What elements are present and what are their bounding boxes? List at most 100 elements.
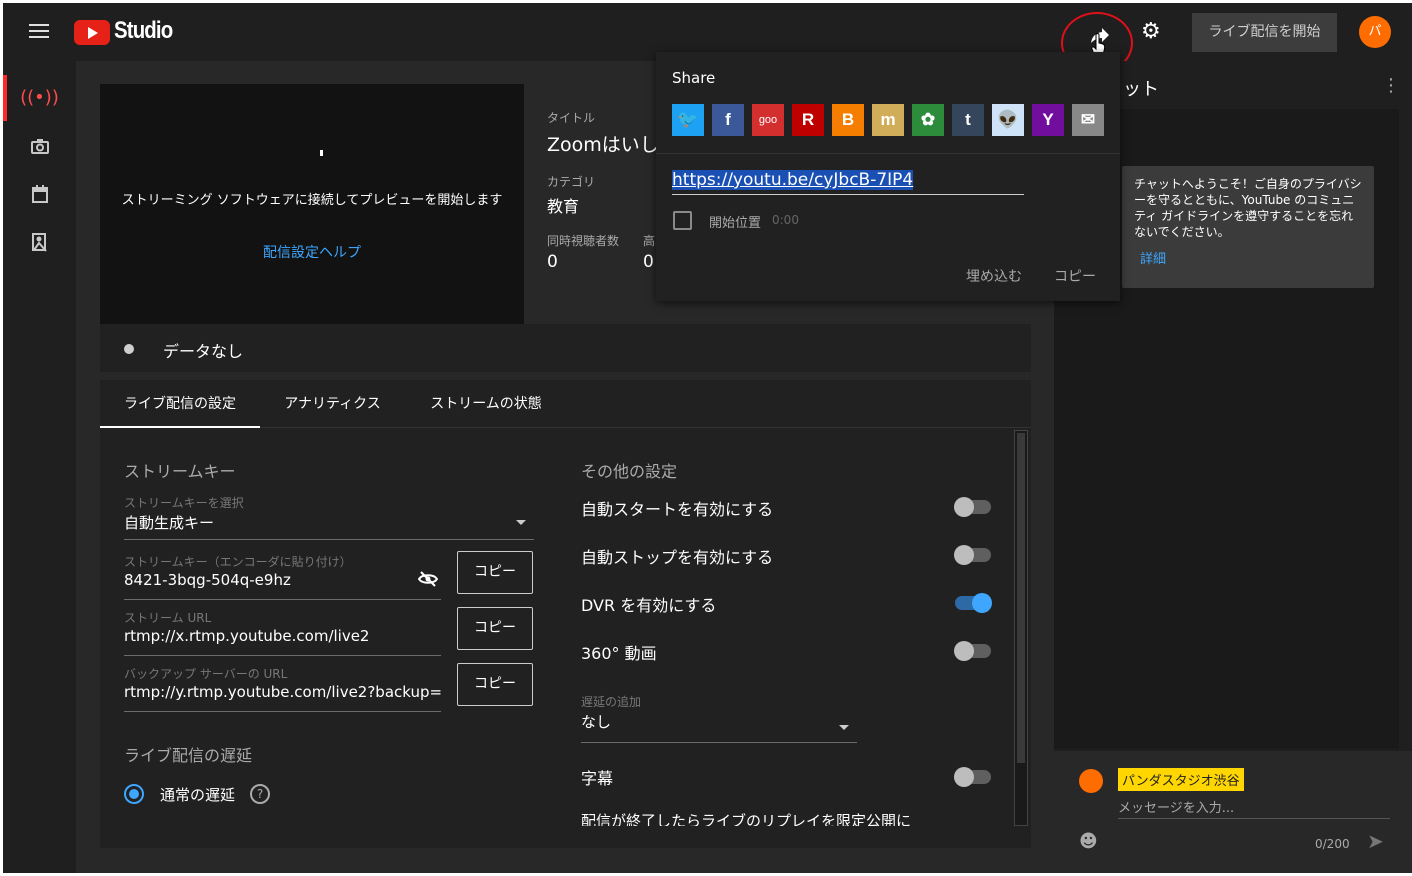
goo-icon[interactable]: goo	[752, 104, 784, 136]
dvr-label: DVR を有効にする	[581, 596, 717, 615]
add-delay-select[interactable]: 遅延の追加 なし	[581, 693, 857, 743]
video-360-toggle[interactable]	[954, 641, 991, 661]
menu-icon[interactable]	[29, 24, 49, 40]
normal-latency-label: 通常の遅延	[160, 786, 236, 804]
start-at-label: 開始位置	[709, 216, 762, 231]
captions-toggle[interactable]	[954, 767, 991, 787]
other-settings-title: その他の設定	[581, 462, 678, 481]
stream-status-bar: データなし	[100, 324, 1031, 372]
share-dialog: Share 🐦 f goo R Bm ✿ t 👽 Y ✉ https://youtu.be/cyJ…	[656, 52, 1120, 301]
twitter-icon[interactable]: 🐦	[672, 104, 704, 136]
category-value: 教育	[547, 197, 580, 216]
auto-stop-toggle[interactable]	[954, 545, 991, 565]
avatar[interactable]: パ	[1359, 16, 1391, 48]
reddit-icon[interactable]: 👽	[992, 104, 1024, 136]
settings-panel: ライブ配信の設定 アナリティクス ストリームの状態 ストリームキー ストリームキ…	[100, 380, 1031, 848]
auto-start-label: 自動スタートを有効にする	[581, 500, 774, 519]
chat-user-avatar	[1079, 769, 1103, 793]
stream-key-select[interactable]: ストリームキーを選択 自動生成キー	[124, 494, 534, 540]
copy-backup-url-button[interactable]: コピー	[457, 663, 533, 706]
gear-icon[interactable]: ⚙	[1141, 19, 1161, 44]
chat-learn-more-link[interactable]: 詳細	[1140, 252, 1166, 268]
email-icon[interactable]: ✉	[1072, 104, 1104, 136]
captions-label: 字幕	[581, 769, 614, 788]
eye-off-icon[interactable]	[417, 571, 439, 591]
chevron-down-icon	[516, 520, 526, 525]
managed-streams-icon[interactable]	[3, 219, 76, 265]
stream-settings-help-link[interactable]: 配信設定ヘルプ	[100, 242, 524, 262]
title-value: Zoomはいし	[547, 134, 659, 156]
normal-latency-radio[interactable]	[124, 784, 144, 804]
chat-title: ット	[1123, 79, 1159, 100]
share-copy-button[interactable]: コピー	[1054, 266, 1096, 286]
chat-welcome-text: チャットへようこそ！ご自身のプライバシーを守るとともに、YouTube のコミュ…	[1134, 177, 1362, 239]
go-live-button[interactable]: ライブ配信を開始	[1192, 13, 1337, 52]
tumblr-icon[interactable]: t	[952, 104, 984, 136]
chat-username: パンダスタジオ渋谷	[1118, 768, 1244, 791]
replay-setting-clip: 配信が終了したらライブのリプレイを限定公開に	[581, 810, 981, 826]
start-at-checkbox[interactable]	[673, 211, 692, 230]
studio-brand[interactable]: Studio	[114, 17, 173, 45]
stream-url-label: ストリーム URL	[124, 611, 212, 625]
rakuten-icon[interactable]: R	[792, 104, 824, 136]
facebook-icon[interactable]: f	[712, 104, 744, 136]
embed-button[interactable]: 埋め込む	[966, 266, 1022, 286]
backup-url-label: バックアップ サーバーの URL	[124, 667, 288, 681]
stream-key-section-title: ストリームキー	[124, 462, 236, 481]
dvr-toggle[interactable]	[955, 593, 992, 613]
ameba-icon[interactable]: ✿	[912, 104, 944, 136]
settings-scrollbar[interactable]	[1014, 430, 1028, 826]
backup-url-field[interactable]: バックアップ サーバーの URL rtmp://y.rtmp.youtube.c…	[124, 665, 441, 712]
stream-key-select-value: 自動生成キー	[124, 514, 215, 532]
emoji-icon[interactable]: ☻	[1079, 831, 1098, 852]
stream-key-select-label: ストリームキーを選択	[124, 496, 244, 510]
copy-stream-key-button[interactable]: コピー	[457, 551, 533, 594]
live-stream-icon[interactable]: ((•))	[3, 75, 76, 121]
add-delay-label: 遅延の追加	[581, 695, 642, 709]
share-url[interactable]: https://youtu.be/cyJbcB-7IP4	[672, 170, 914, 190]
latency-section-title: ライブ配信の遅延	[124, 746, 253, 765]
add-delay-value: なし	[581, 713, 612, 731]
second-stat-value: 0	[643, 252, 654, 272]
more-options-icon[interactable]: ⋮	[1382, 75, 1400, 96]
chevron-down-icon	[839, 725, 849, 730]
mixi-icon[interactable]: m	[872, 104, 904, 136]
help-icon[interactable]: ?	[250, 784, 270, 804]
stream-key-label: ストリームキー（エンコーダに貼り付け）	[124, 555, 352, 569]
tab-stream-health[interactable]: ストリームの状態	[412, 380, 560, 428]
share-title: Share	[672, 69, 716, 87]
calendar-icon[interactable]	[3, 171, 76, 217]
chat-input-area: パンダスタジオ渋谷 メッセージを入力... ☻ 0/200 ➤	[1054, 751, 1412, 873]
category-label: カテゴリ	[547, 175, 596, 189]
status-text: データなし	[163, 342, 244, 361]
send-icon[interactable]: ➤	[1367, 829, 1384, 853]
video-360-label: 360° 動画	[581, 644, 657, 663]
chat-welcome-message: チャットへようこそ！ご自身のプライバシーを守るとともに、YouTube のコミュ…	[1122, 166, 1374, 288]
status-dot	[124, 344, 134, 354]
tab-stream-settings[interactable]: ライブ配信の設定	[100, 380, 260, 428]
stream-preview: ストリーミング ソフトウェアに接続してプレビューを開始します 配信設定ヘルプ	[100, 84, 524, 324]
chat-message-input[interactable]: メッセージを入力...	[1118, 797, 1390, 819]
sidebar: ((•))	[3, 61, 76, 873]
blogger-icon[interactable]: B	[832, 104, 864, 136]
start-at-time: 0:00	[772, 213, 799, 227]
auto-start-toggle[interactable]	[954, 497, 991, 517]
share-url-text: https://youtu.be/cyJbcB-7IP4	[672, 170, 914, 190]
chat-char-counter: 0/200	[1315, 837, 1350, 851]
yahoo-icon[interactable]: Y	[1032, 104, 1064, 136]
backup-url-value: rtmp://y.rtmp.youtube.com/live2?backup=1	[124, 683, 441, 701]
tab-bar: ライブ配信の設定 アナリティクス ストリームの状態	[100, 380, 1031, 428]
stream-key-value: 8421-3bqg-504q-e9hz	[124, 571, 291, 589]
youtube-logo-icon[interactable]	[74, 20, 110, 45]
second-stat-label: 高	[643, 234, 656, 248]
copy-stream-url-button[interactable]: コピー	[457, 607, 533, 650]
loading-indicator	[320, 150, 323, 156]
tab-analytics[interactable]: アナリティクス	[265, 380, 400, 428]
concurrent-viewers-value: 0	[547, 252, 558, 272]
stream-key-field[interactable]: ストリームキー（エンコーダに貼り付け） 8421-3bqg-504q-e9hz	[124, 553, 441, 600]
stream-url-value: rtmp://x.rtmp.youtube.com/live2	[124, 627, 370, 645]
concurrent-viewers-label: 同時視聴者数	[547, 234, 620, 248]
stream-url-field[interactable]: ストリーム URL rtmp://x.rtmp.youtube.com/live…	[124, 609, 441, 656]
camera-icon[interactable]	[3, 123, 76, 169]
replay-setting-label: 配信が終了したらライブのリプレイを限定公開に	[581, 812, 912, 826]
